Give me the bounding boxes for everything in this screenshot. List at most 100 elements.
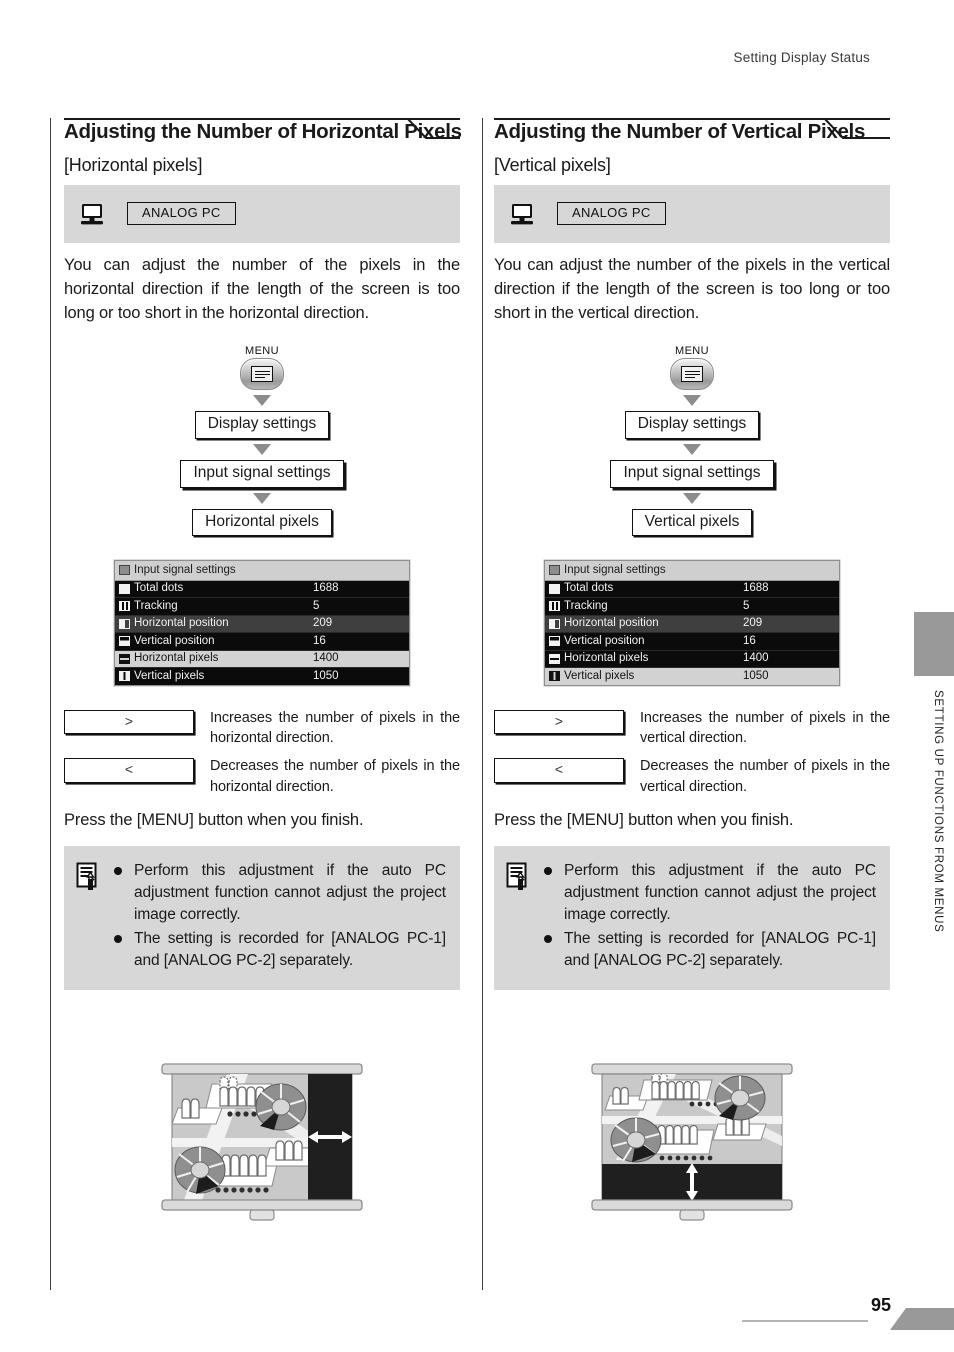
osd-row-vertical-position[interactable]: Vertical position 16	[545, 633, 839, 651]
note-text: The setting is recorded for [ANALOG PC-1…	[134, 929, 446, 969]
section-description: You can adjust the number of the pixels …	[64, 255, 460, 323]
signal-type-band: ANALOG PC	[494, 184, 890, 243]
increase-key-button[interactable]: >	[494, 709, 624, 735]
finish-instruction: Press the [MENU] button when you finish.	[494, 810, 794, 829]
flow-step-display-settings[interactable]: Display settings	[194, 411, 330, 440]
vsplit-icon	[119, 671, 130, 682]
osd-row-horizontal-pixels[interactable]: Horizontal pixels 1400	[115, 650, 409, 669]
osd-row-vertical-position[interactable]: Vertical position 16	[115, 633, 409, 651]
osd-label: Total dots	[134, 582, 184, 595]
flow-step-target[interactable]: Vertical pixels	[631, 508, 753, 537]
bullet-icon	[114, 866, 122, 875]
osd-row-total-dots[interactable]: Total dots 1688	[115, 580, 409, 599]
chapter-tab-label: SETTING UP FUNCTIONS FROM MENUS	[932, 690, 944, 933]
osd-label: Tracking	[134, 599, 178, 612]
osd-row-total-dots[interactable]: Total dots 1688	[545, 580, 839, 599]
osd-value: 16	[313, 634, 326, 647]
note-box: Perform this adjustment if the auto PC a…	[64, 845, 460, 990]
increase-key-description: Increases the number of pixels in the ve…	[640, 709, 890, 747]
flow-arrow-down-icon	[683, 444, 701, 456]
osd-row-tracking[interactable]: Tracking 5	[545, 598, 839, 616]
osd-value: 1050	[313, 669, 339, 682]
signal-chip: ANALOG PC	[127, 202, 236, 226]
chapter-tab-block	[914, 612, 954, 676]
manual-page: Setting Display Status Adjusting the Num…	[0, 0, 954, 1352]
flow-arrow-down-icon	[683, 492, 701, 504]
osd-row-horizontal-position[interactable]: Horizontal position 209	[545, 615, 839, 634]
note-box: Perform this adjustment if the auto PC a…	[494, 845, 890, 990]
osd-row-vertical-pixels[interactable]: Vertical pixels 1050	[115, 668, 409, 685]
osd-label: Horizontal pixels	[564, 652, 649, 665]
memo-pencil-icon	[506, 862, 527, 890]
decrease-key-description: Decreases the number of pixels in the ve…	[640, 758, 890, 795]
signal-type-band: ANALOG PC	[64, 184, 460, 243]
menu-flow-diagram: MENU Display settings Input signal setti…	[64, 345, 460, 537]
decrease-key-button[interactable]: <	[494, 758, 624, 783]
bullet-icon	[114, 934, 122, 943]
projection-screen-vertical-icon	[591, 1063, 793, 1221]
bullet-icon	[544, 934, 552, 943]
menu-button-icon[interactable]	[670, 358, 714, 391]
osd-title-text: Input signal settings	[134, 563, 236, 576]
osd-value: 1688	[313, 582, 339, 595]
vsplit-icon	[549, 671, 560, 682]
section-description: You can adjust the number of the pixels …	[494, 255, 890, 323]
flow-step-input-signal-settings[interactable]: Input signal settings	[180, 460, 344, 488]
increase-key-description: Increases the number of pixels in the ho…	[210, 709, 460, 747]
key-row-increase: > Increases the number of pixels in the …	[64, 708, 460, 749]
half-square-icon	[549, 618, 560, 629]
flow-arrow-down-icon	[253, 492, 271, 504]
flow-step-target[interactable]: Horizontal pixels	[192, 508, 332, 537]
osd-label: Horizontal pixels	[134, 652, 219, 665]
section-heading-block: Adjusting the Number of Horizontal Pixel…	[64, 118, 462, 152]
key-row-decrease: < Decreases the number of pixels in the …	[494, 756, 890, 797]
note-item: Perform this adjustment if the auto PC a…	[114, 860, 446, 926]
column-horizontal-pixels: Adjusting the Number of Horizontal Pixel…	[64, 118, 462, 1232]
fill-square-icon	[549, 583, 560, 594]
osd-label: Vertical position	[134, 634, 215, 647]
monitor-small-icon	[119, 636, 130, 647]
decrease-key-button[interactable]: <	[64, 758, 194, 783]
osd-value: 1400	[743, 652, 769, 665]
finish-instruction: Press the [MENU] button when you finish.	[64, 810, 364, 829]
osd-value: 1688	[743, 582, 769, 595]
osd-row-vertical-pixels[interactable]: Vertical pixels 1050	[545, 668, 839, 685]
footer-rule	[742, 1319, 868, 1322]
osd-window-icon	[119, 565, 130, 576]
flow-arrow-down-icon	[253, 444, 271, 456]
page-number: 95	[870, 1295, 891, 1315]
menu-list-glyph-icon	[251, 366, 273, 383]
osd-menu-screenshot: Input signal settings Total dots 1688 Tr…	[544, 560, 840, 686]
signal-chip: ANALOG PC	[557, 202, 666, 226]
menu-flow-diagram: MENU Display settings Input signal setti…	[494, 345, 890, 537]
osd-value: 1050	[743, 669, 769, 682]
note-item: The setting is recorded for [ANALOG PC-1…	[544, 928, 876, 972]
increase-key-button[interactable]: >	[64, 709, 194, 735]
osd-value: 209	[743, 617, 763, 630]
osd-row-tracking[interactable]: Tracking 5	[115, 598, 409, 616]
osd-label: Vertical pixels	[134, 669, 205, 682]
flow-step-input-signal-settings[interactable]: Input signal settings	[610, 460, 774, 488]
osd-value: 209	[313, 617, 333, 630]
analog-pc-monitor-icon	[81, 203, 103, 225]
osd-title-text: Input signal settings	[564, 563, 666, 576]
menu-button-icon[interactable]	[240, 358, 284, 391]
osd-title-bar: Input signal settings	[545, 561, 839, 581]
column-divider-rule	[482, 118, 483, 1290]
note-item-list: Perform this adjustment if the auto PC a…	[114, 860, 446, 974]
osd-value: 5	[313, 599, 320, 612]
osd-label: Total dots	[564, 582, 614, 595]
key-instruction-list: > Increases the number of pixels in the …	[494, 708, 890, 797]
column-vertical-pixels: Adjusting the Number of Vertical Pixels …	[494, 118, 890, 1232]
illustration-horizontal	[64, 1052, 460, 1232]
osd-label: Horizontal position	[564, 617, 659, 630]
fill-square-icon	[119, 583, 130, 594]
memo-pencil-icon	[76, 862, 97, 890]
osd-row-horizontal-pixels[interactable]: Horizontal pixels 1400	[545, 650, 839, 669]
flow-step-display-settings[interactable]: Display settings	[624, 411, 760, 440]
osd-label: Horizontal position	[134, 617, 229, 630]
menu-button-caption: MENU	[675, 345, 709, 358]
note-item: Perform this adjustment if the auto PC a…	[544, 860, 876, 926]
osd-value: 16	[743, 634, 756, 647]
osd-row-horizontal-position[interactable]: Horizontal position 209	[115, 615, 409, 634]
